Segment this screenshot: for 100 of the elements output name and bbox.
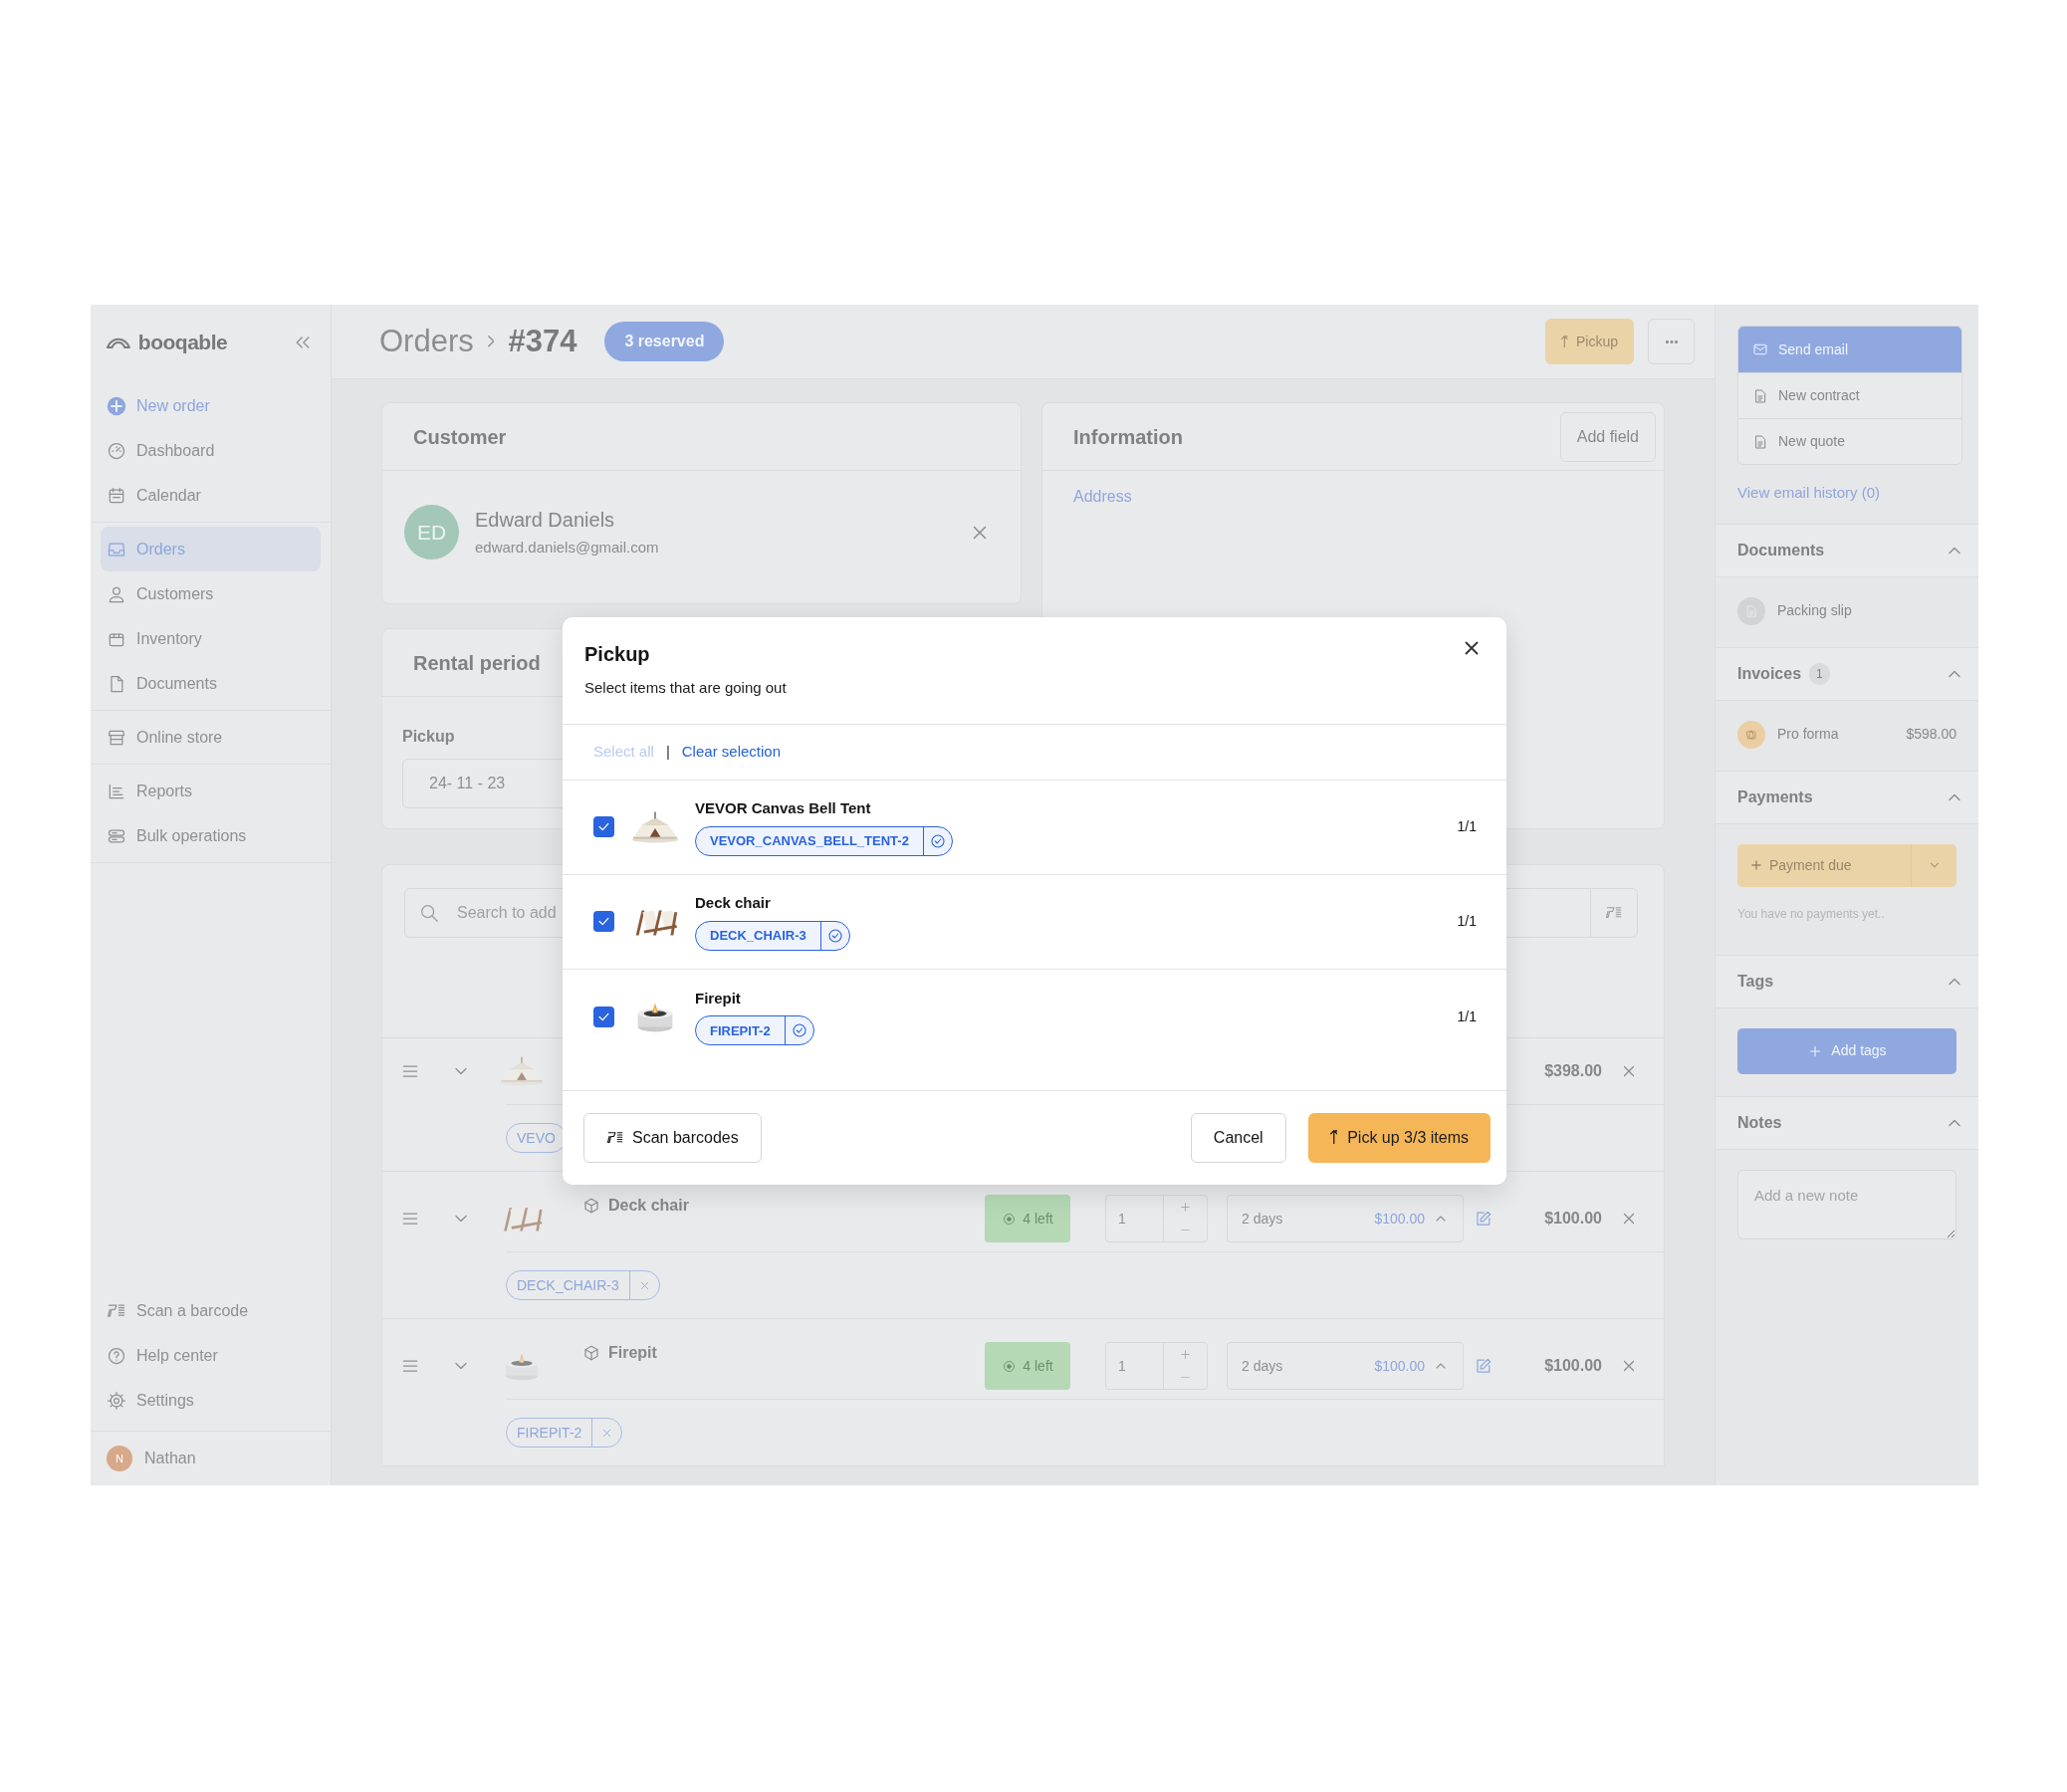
count-badge: 1 [1809, 662, 1830, 685]
address-link[interactable]: Address [1042, 471, 1163, 523]
sidebar-item[interactable]: Reports [101, 769, 321, 813]
scan-button[interactable] [1591, 888, 1638, 938]
sidebar-item[interactable]: Bulk operations [101, 813, 321, 858]
sidebar-item[interactable]: Calendar [101, 473, 321, 518]
separator-text: | [665, 741, 670, 762]
card-title: Rental period [413, 650, 541, 676]
sidebar-item[interactable]: Online store [101, 715, 321, 760]
add-tags-button[interactable]: Add tags [1737, 1027, 1956, 1074]
item-name: Deck chair [695, 893, 772, 914]
plus-icon[interactable] [1179, 1348, 1192, 1361]
count-text: 1/1 [1457, 912, 1477, 931]
duration-field[interactable]: 2 days $100.00 [1227, 1195, 1464, 1242]
user-avatar: N [107, 1446, 132, 1471]
rate-text: $100.00 [1374, 1356, 1425, 1376]
calendar-icon [107, 485, 126, 506]
add-field-button[interactable]: Add field [1559, 411, 1656, 462]
settings-icon [107, 1390, 126, 1411]
quantity-stepper[interactable]: 1 [1105, 1342, 1208, 1390]
tag-label: VEVO [516, 1128, 557, 1148]
stock-text: 4 left [1023, 1209, 1053, 1229]
sidebar-item[interactable]: Inventory [101, 616, 321, 661]
check-circle-icon [791, 1022, 807, 1039]
arrow-up-icon [1329, 1130, 1338, 1145]
tag-label: VEVOR_CANVAS_BELL_TENT-2 [709, 832, 910, 850]
breadcrumb-link[interactable]: Orders [379, 318, 474, 365]
cube-icon [582, 1197, 600, 1215]
line-total: $100.00 [1543, 1209, 1602, 1229]
line-total: $398.00 [1543, 1061, 1602, 1081]
section-title: Tags [1737, 971, 1774, 992]
quantity-stepper[interactable]: 1 [1105, 1195, 1208, 1242]
sidebar-item[interactable]: Dashboard [101, 428, 321, 473]
sidebar-item[interactable]: Orders [101, 527, 321, 571]
gauge-icon [107, 440, 126, 461]
more-button[interactable] [1648, 319, 1695, 364]
sidebar-item[interactable]: Scan a barcode [101, 1288, 321, 1333]
stock-text: 4 left [1023, 1356, 1053, 1376]
tag-label: FIREPIT-2 [709, 1021, 772, 1040]
dialog-title: Pickup [584, 642, 650, 667]
item-name: Firepit [695, 988, 742, 1008]
check-circle-icon [929, 832, 946, 849]
envelope-icon [1752, 341, 1768, 357]
order-number: #374 [508, 322, 577, 360]
tag-label: DECK_CHAIR-3 [516, 1275, 620, 1295]
card-title: Information [1073, 424, 1183, 450]
duration-text: 2 days [1242, 1209, 1283, 1229]
cube-icon [582, 1344, 600, 1362]
email-action[interactable]: Send email [1738, 327, 1961, 372]
section-header[interactable]: Notes [1716, 1095, 1978, 1150]
card-title: Customer [413, 424, 507, 450]
duration-field[interactable]: 2 days $100.00 [1227, 1342, 1464, 1390]
cancel-button[interactable]: Cancel [1190, 1112, 1286, 1163]
note-field[interactable]: Add a new note [1737, 1169, 1956, 1239]
section-title: Invoices [1737, 663, 1802, 684]
quantity-value: 1 [1117, 1356, 1127, 1376]
tag-label: DECK_CHAIR-3 [709, 927, 807, 945]
checkbox[interactable] [593, 1006, 614, 1027]
edit-icon[interactable] [1474, 1209, 1493, 1229]
document-icon [1752, 387, 1768, 404]
dialog-subtitle: Select items that are going out [584, 678, 788, 698]
line-total: $100.00 [1543, 1356, 1602, 1376]
plus-icon [107, 395, 126, 416]
section-title: Payments [1737, 786, 1813, 807]
checkbox[interactable] [593, 911, 614, 932]
scan-barcodes-button[interactable]: Scan barcodes [583, 1112, 762, 1163]
document-link[interactable]: Packing slip [1777, 600, 1852, 621]
item-name: VEVOR Canvas Bell Tent [695, 798, 872, 819]
amount-text: $598.00 [1906, 725, 1956, 744]
pickup-button[interactable]: Pickup [1545, 319, 1634, 364]
plus-icon[interactable] [1179, 1201, 1192, 1214]
section-title: Documents [1737, 540, 1825, 560]
plus-icon [1749, 858, 1763, 872]
edit-icon[interactable] [1474, 1356, 1493, 1376]
target-icon [1002, 1211, 1018, 1227]
section-header[interactable]: Tags [1716, 954, 1978, 1008]
help-icon [107, 1345, 126, 1366]
item-name: Deck chair [608, 1196, 689, 1216]
logo-icon [107, 336, 130, 348]
section-header[interactable]: Documents [1716, 523, 1978, 577]
chevron-right-icon [487, 336, 495, 347]
clear-selection-link[interactable]: Clear selection [681, 740, 781, 764]
more-icon [1665, 339, 1678, 343]
sidebar-item[interactable]: Customers [101, 571, 321, 616]
user-name: Nathan [144, 1449, 196, 1468]
sidebar-item[interactable]: Documents [101, 661, 321, 706]
email-history-link[interactable]: View email history (0) [1737, 482, 1956, 505]
document-link[interactable]: Pro forma [1777, 724, 1839, 745]
sidebar-item[interactable]: Help center [101, 1333, 321, 1378]
pick-up-button[interactable]: Pick up 3/3 items [1307, 1112, 1491, 1163]
section-header[interactable]: Invoices 1 [1716, 646, 1978, 701]
section-header[interactable]: Payments [1716, 770, 1978, 824]
document-icon [1752, 433, 1768, 450]
email-action[interactable]: New quote [1738, 418, 1961, 464]
count-text: 1/1 [1457, 1007, 1477, 1026]
checkbox[interactable] [593, 816, 614, 837]
customer-email: edward.daniels@gmail.com [475, 538, 660, 559]
sidebar-item[interactable]: New order [101, 383, 321, 428]
sidebar-item[interactable]: Settings [101, 1378, 321, 1423]
count-text: 1/1 [1457, 817, 1477, 836]
